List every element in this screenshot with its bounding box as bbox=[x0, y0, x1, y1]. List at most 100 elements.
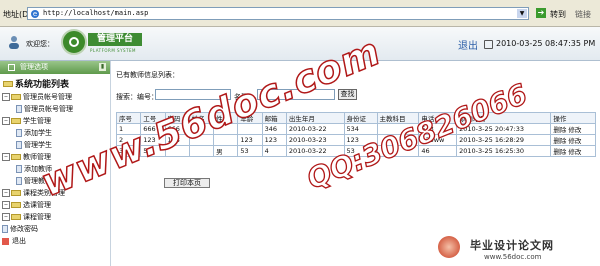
expand-toggle-icon[interactable]: − bbox=[2, 201, 10, 209]
expand-toggle-icon[interactable]: − bbox=[2, 213, 10, 221]
table-cell: 4 bbox=[261, 145, 287, 157]
search-id-label: 搜索：编号： bbox=[116, 93, 158, 101]
app-header: 欢迎您： 管理平台 PLATFORM SYSTEM 退出 2010-03-25 … bbox=[0, 27, 600, 61]
page-icon bbox=[16, 129, 22, 137]
footer-logo: 毕业设计论文网 www.56doc.com bbox=[432, 234, 600, 266]
sidebar-item[interactable]: − 课程管理 bbox=[0, 211, 110, 223]
exit-icon bbox=[2, 237, 9, 245]
expand-toggle-icon[interactable]: − bbox=[2, 153, 10, 161]
list-title: 已有教师信息列表： bbox=[116, 71, 179, 79]
table-cell bbox=[376, 134, 420, 146]
column-header: 主教科目 bbox=[376, 112, 420, 124]
options-icon bbox=[8, 64, 15, 71]
table-cell: 2 bbox=[115, 134, 142, 146]
site-logo-icon bbox=[438, 236, 460, 258]
column-header: 出生年月 bbox=[285, 112, 345, 124]
table-cell: 男 bbox=[213, 145, 239, 157]
collapse-toggle-icon[interactable]: ▮ bbox=[99, 63, 106, 71]
sidebar-header: 管理选项 ▮ bbox=[0, 61, 110, 74]
logo-icon bbox=[61, 29, 87, 55]
table-row: 1 666 666 346 2010-03-22 534 543 2010-3-25 20:4… bbox=[115, 123, 596, 135]
welcome-text: 欢迎您： bbox=[26, 40, 54, 48]
table-cell: 2010-03-23 bbox=[285, 134, 345, 146]
table-cell: 666 bbox=[140, 123, 166, 135]
sidebar-item[interactable]: 添加教师 bbox=[0, 163, 110, 175]
table-cell bbox=[188, 134, 215, 146]
sidebar-root-label: 系统功能列表 bbox=[15, 80, 70, 90]
folder-open-icon bbox=[3, 80, 13, 87]
sidebar-item[interactable]: 管理员帐号管理 bbox=[0, 103, 110, 115]
table-cell: 46 bbox=[418, 145, 458, 157]
table-cell bbox=[164, 145, 190, 157]
sidebar-item[interactable]: 管理教师 bbox=[0, 175, 110, 187]
sidebar-item-label: 选课管理 bbox=[23, 201, 51, 209]
search-button[interactable]: 查找 bbox=[338, 89, 357, 100]
footer-logo-text: 毕业设计论文网 bbox=[470, 239, 554, 252]
row-actions[interactable]: 删除 修改 bbox=[550, 145, 596, 157]
sidebar-item[interactable]: 管理学生 bbox=[0, 139, 110, 151]
table-row: 2 123 123 123 123 2010-03-23 123 123ww 2010-3-25… bbox=[115, 134, 596, 146]
table-cell bbox=[376, 123, 420, 135]
column-header: 邮箱 bbox=[261, 112, 287, 124]
column-header: 电话 bbox=[418, 112, 458, 124]
expand-toggle-icon[interactable]: − bbox=[2, 117, 10, 125]
sidebar-item-label: 添加教师 bbox=[24, 165, 52, 173]
table-cell bbox=[213, 123, 239, 135]
expand-toggle-icon[interactable]: − bbox=[2, 189, 10, 197]
column-header: 添加时间 bbox=[456, 112, 552, 124]
table-cell: 2010-3-25 20:47:33 bbox=[456, 123, 552, 135]
table-cell: 1 bbox=[115, 123, 142, 135]
table-cell: 2010-3-25 16:28:29 bbox=[456, 134, 552, 146]
name-label: 名称： bbox=[234, 93, 255, 101]
teacher-id-input[interactable] bbox=[155, 89, 231, 100]
sidebar-item[interactable]: 退出 bbox=[0, 235, 110, 247]
logout-link[interactable]: 退出 bbox=[458, 37, 478, 52]
column-header: 密码 bbox=[164, 112, 190, 124]
page-icon bbox=[16, 165, 22, 173]
row-actions[interactable]: 删除 修改 bbox=[550, 123, 596, 135]
sidebar-item[interactable]: 添加学生 bbox=[0, 127, 110, 139]
table-cell: 123 bbox=[237, 134, 263, 146]
sidebar-item-label: 管理员帐号管理 bbox=[24, 105, 73, 113]
table-cell bbox=[188, 145, 215, 157]
sidebar-menu: − 管理员帐号管理 管理员帐号管理 − 学生管理添加学生管理学生 − 教师管理添加教师管理教… bbox=[0, 91, 110, 247]
table-cell: 346 bbox=[261, 123, 287, 135]
sidebar-item[interactable]: − 教师管理 bbox=[0, 151, 110, 163]
page-icon bbox=[2, 225, 8, 233]
folder-icon bbox=[11, 94, 21, 100]
go-button[interactable]: 转到 bbox=[550, 9, 566, 20]
folder-icon bbox=[11, 202, 21, 208]
table-cell: 123 bbox=[261, 134, 287, 146]
table-body: 1 666 666 346 2010-03-22 534 543 2010-3-25 20:4… bbox=[115, 123, 596, 157]
sidebar-item[interactable]: − 管理员帐号管理 bbox=[0, 91, 110, 103]
address-bar: 地址(D) e http://localhost/main.asp ▼ ➔ 转到… bbox=[0, 0, 600, 27]
sidebar-item-label: 管理员帐号管理 bbox=[23, 93, 72, 101]
logo-title: 管理平台 bbox=[88, 33, 142, 46]
column-header: 姓名 bbox=[188, 112, 215, 124]
table-cell bbox=[213, 134, 239, 146]
table-cell: 123 bbox=[343, 134, 378, 146]
table-cell bbox=[376, 145, 420, 157]
go-arrow-icon[interactable]: ➔ bbox=[536, 8, 546, 18]
expand-toggle-icon[interactable]: − bbox=[2, 93, 10, 101]
sidebar-item[interactable]: − 学生管理 bbox=[0, 115, 110, 127]
column-header: 操作 bbox=[550, 112, 596, 124]
sidebar-item[interactable]: − 课程类别管理 bbox=[0, 187, 110, 199]
sidebar-root[interactable]: 系统功能列表 bbox=[0, 74, 110, 91]
table-cell: 2010-3-25 16:25:30 bbox=[456, 145, 552, 157]
sidebar-item[interactable]: − 选课管理 bbox=[0, 199, 110, 211]
table-cell: 534 bbox=[343, 123, 378, 135]
footer-logo-url: www.56doc.com bbox=[484, 253, 542, 261]
row-actions[interactable]: 删除 修改 bbox=[550, 134, 596, 146]
sidebar-item-label: 添加学生 bbox=[24, 129, 52, 137]
links-button[interactable]: 链接 bbox=[575, 9, 591, 20]
url-text: http://localhost/main.asp bbox=[43, 9, 149, 17]
sidebar-item-label: 管理教师 bbox=[24, 177, 52, 185]
sidebar-item[interactable]: 修改密码 bbox=[0, 223, 110, 235]
table-header-row: 序号 工号 密码 姓名 性别 年龄 邮箱 出生年月 身份证 主教科目 电话 添加时间 操作 bbox=[115, 112, 596, 124]
chevron-down-icon[interactable]: ▼ bbox=[517, 9, 527, 18]
teacher-name-input[interactable] bbox=[257, 89, 335, 100]
sidebar-item-label: 课程管理 bbox=[23, 213, 51, 221]
url-input[interactable]: e http://localhost/main.asp ▼ bbox=[27, 7, 529, 20]
print-button[interactable]: 打印本页 bbox=[164, 178, 210, 188]
